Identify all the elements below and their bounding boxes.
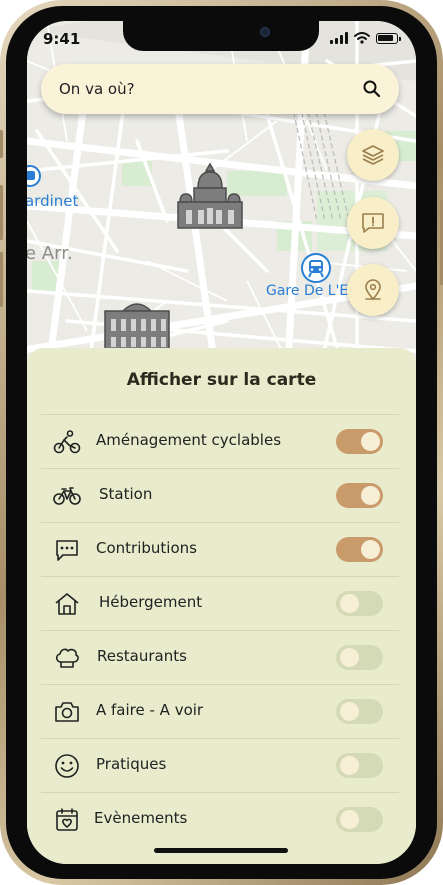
bicycle-icon <box>53 487 81 505</box>
row-label-events: Evènements <box>94 809 188 827</box>
train-station-icon[interactable] <box>301 253 331 283</box>
panel-title: Afficher sur la carte <box>126 370 317 390</box>
row-station[interactable]: Station <box>41 469 399 522</box>
toggle-bike-paths[interactable] <box>336 429 383 454</box>
toggle-practical[interactable] <box>336 753 383 778</box>
status-time: 9:41 <box>43 30 81 48</box>
bike-path-icon <box>53 430 81 454</box>
toggle-knob <box>361 432 380 451</box>
map-label-district: e Arr. <box>27 243 73 264</box>
row-label-accommodation: Hébergement <box>99 593 203 611</box>
row-accommodation[interactable]: Hébergement <box>41 577 399 630</box>
battery-icon <box>376 33 401 44</box>
layers-panel: Afficher sur la carte Aménagement cyclab… <box>27 348 416 864</box>
sacre-coeur-landmark-icon <box>177 162 243 229</box>
search-bar[interactable]: On va où? <box>41 64 399 114</box>
report-icon <box>362 213 384 233</box>
chat-icon <box>56 540 78 561</box>
signal-icon <box>330 32 348 44</box>
toggle-knob <box>340 756 359 775</box>
screen: ardinet e Arr. Gare De L'E 9:41 On va où… <box>27 21 416 864</box>
toggle-knob <box>340 648 359 667</box>
report-button[interactable] <box>347 197 399 249</box>
calendar-heart-icon <box>56 808 78 831</box>
notch <box>123 21 319 51</box>
opera-landmark-icon <box>104 303 170 351</box>
row-label-restaurants: Restaurants <box>97 647 187 665</box>
toggle-knob <box>340 594 359 613</box>
status-icons <box>330 32 401 44</box>
search-icon[interactable] <box>363 80 381 98</box>
row-contributions[interactable]: Contributions <box>41 523 399 576</box>
row-label-bike-paths: Aménagement cyclables <box>96 431 282 449</box>
metro-station-icon[interactable] <box>27 165 41 187</box>
toggle-accommodation[interactable] <box>336 591 383 616</box>
wifi-icon <box>354 32 370 44</box>
chef-hat-icon <box>55 648 79 668</box>
toggle-knob <box>340 702 359 721</box>
mute-switch <box>0 130 3 158</box>
row-label-practical: Pratiques <box>96 755 167 773</box>
phone-frame: ardinet e Arr. Gare De L'E 9:41 On va où… <box>0 0 443 885</box>
layers-icon <box>362 145 384 165</box>
map-label-station-right: Gare De L'E <box>266 283 349 299</box>
row-things-to-do[interactable]: A faire - A voir <box>41 685 399 738</box>
toggle-restaurants[interactable] <box>336 645 383 670</box>
map-label-station-left: ardinet <box>27 192 79 210</box>
toggle-station[interactable] <box>336 483 383 508</box>
toggle-knob <box>361 540 380 559</box>
row-practical[interactable]: Pratiques <box>41 739 399 792</box>
toggle-things-to-do[interactable] <box>336 699 383 724</box>
row-restaurants[interactable]: Restaurants <box>41 631 399 684</box>
row-label-station: Station <box>99 485 153 503</box>
location-pin-icon <box>365 279 381 301</box>
row-label-things-to-do: A faire - A voir <box>96 701 204 719</box>
row-label-contributions: Contributions <box>96 539 197 557</box>
location-button[interactable] <box>347 264 399 316</box>
front-camera <box>260 27 270 37</box>
toggle-knob <box>340 810 359 829</box>
row-events[interactable]: Evènements <box>41 793 399 846</box>
row-bike-paths[interactable]: Aménagement cyclables <box>41 415 399 468</box>
toggle-knob <box>361 486 380 505</box>
house-icon <box>55 593 79 615</box>
search-input[interactable]: On va où? <box>59 80 135 98</box>
toggle-contributions[interactable] <box>336 537 383 562</box>
camera-icon <box>55 702 79 722</box>
smiley-icon <box>55 754 79 778</box>
volume-up-button <box>0 185 3 240</box>
home-indicator[interactable] <box>154 848 288 853</box>
layers-button[interactable] <box>347 129 399 181</box>
toggle-events[interactable] <box>336 807 383 832</box>
volume-down-button <box>0 252 3 307</box>
